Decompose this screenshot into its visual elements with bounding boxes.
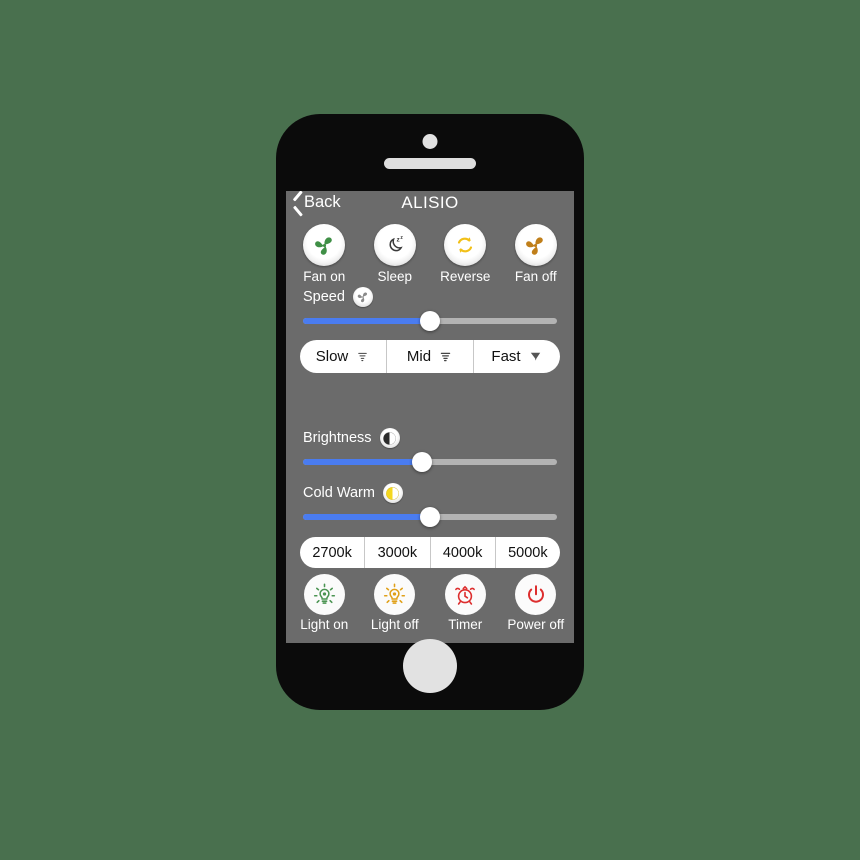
cold-warm-label: Cold Warm xyxy=(303,485,375,501)
speed-slider-thumb[interactable] xyxy=(420,311,440,331)
fan-control-row: Fan on z z Sleep Reverse Fan off xyxy=(286,222,574,284)
sleep-button-label: Sleep xyxy=(377,269,413,284)
speed-option-fast[interactable]: Fast xyxy=(474,340,560,373)
timer-button-label: Timer xyxy=(448,617,483,632)
power-off-button-circle xyxy=(515,574,557,615)
light-on-button-label: Light on xyxy=(300,617,349,632)
alarm-clock-icon xyxy=(455,585,476,605)
half-circle-icon xyxy=(383,431,396,445)
fan-on-button-circle xyxy=(303,224,346,266)
speed-slider[interactable] xyxy=(303,311,557,331)
timer-button[interactable]: Timer xyxy=(431,574,499,632)
light-control-row: Light on Light off Timer Power off xyxy=(286,568,574,632)
power-off-button[interactable]: Power off xyxy=(502,574,570,632)
bulb-off-icon xyxy=(384,583,406,604)
tornado-large-icon xyxy=(530,352,540,361)
speed-label-row: Speed xyxy=(303,284,557,310)
fan-off-button-label: Fan off xyxy=(514,269,557,284)
color-temp-option-4000k[interactable]: 4000k xyxy=(431,537,496,568)
power-off-button-label: Power off xyxy=(507,617,565,632)
phone-device: Back ALISIO Fan on z z Sleep Reverse Fan… xyxy=(276,114,584,710)
sleep-button[interactable]: z z Sleep xyxy=(361,224,429,284)
cold-warm-label-row: Cold Warm xyxy=(303,480,557,506)
fan-icon xyxy=(314,236,332,255)
moon-sleep-icon: z z xyxy=(389,235,403,252)
light-on-button-circle xyxy=(303,574,345,615)
speed-options-wrap: Slow Mid Fast xyxy=(286,340,574,373)
speed-option-mid[interactable]: Mid xyxy=(387,340,474,373)
speed-option-fast-label: Fast xyxy=(491,348,521,365)
brightness-section: Brightness xyxy=(286,425,574,472)
front-camera-icon xyxy=(422,134,438,149)
fan-on-button-label: Fan on xyxy=(303,269,346,284)
reverse-button-circle xyxy=(444,224,487,266)
light-off-button-label: Light off xyxy=(370,617,419,632)
color-temperature-segmented-control: 2700k 3000k 4000k 5000k xyxy=(300,537,560,568)
speed-section: Speed xyxy=(286,284,574,331)
earpiece-speaker-icon xyxy=(384,158,476,169)
tornado-medium-icon xyxy=(440,352,451,362)
light-off-button[interactable]: Light off xyxy=(361,574,429,632)
bulb-on-icon xyxy=(313,583,335,604)
timer-button-circle xyxy=(444,574,486,615)
fan-off-button-circle xyxy=(514,224,557,266)
reverse-loop-icon xyxy=(458,237,473,253)
cold-warm-slider-fill xyxy=(303,514,430,520)
light-on-button[interactable]: Light on xyxy=(290,574,358,632)
fan-icon xyxy=(526,236,544,255)
fan-icon xyxy=(357,292,368,303)
phone-screen: Back ALISIO Fan on z z Sleep Reverse Fan… xyxy=(286,191,574,643)
speed-slider-fill xyxy=(303,318,430,324)
power-icon xyxy=(527,584,544,603)
fan-on-button[interactable]: Fan on xyxy=(290,224,358,284)
speed-option-slow-label: Slow xyxy=(315,348,349,365)
home-button[interactable] xyxy=(403,639,457,693)
page-title: ALISIO xyxy=(401,193,459,212)
navigation-bar: Back ALISIO xyxy=(286,191,574,222)
light-off-button-circle xyxy=(374,574,416,615)
reverse-button[interactable]: Reverse xyxy=(431,224,499,284)
brightness-slider-fill xyxy=(303,459,423,465)
cold-warm-slider[interactable] xyxy=(303,507,557,527)
cold-warm-icon-badge xyxy=(382,483,403,503)
fan-off-button[interactable]: Fan off xyxy=(502,224,570,284)
speed-label: Speed xyxy=(303,289,345,305)
color-temp-option-2700k[interactable]: 2700k xyxy=(300,537,366,568)
brightness-slider-thumb[interactable] xyxy=(412,452,433,472)
color-temperature-wrap: 2700k 3000k 4000k 5000k xyxy=(286,537,574,568)
color-temp-option-5000k[interactable]: 5000k xyxy=(496,537,560,568)
reverse-button-label: Reverse xyxy=(440,269,491,284)
brightness-icon-badge xyxy=(379,428,400,448)
tornado-small-icon xyxy=(358,352,368,362)
sleep-button-circle: z z xyxy=(373,224,416,266)
brightness-label-row: Brightness xyxy=(303,425,557,451)
color-temp-option-3000k[interactable]: 3000k xyxy=(365,537,431,568)
speed-segmented-control: Slow Mid Fast xyxy=(300,340,560,373)
half-circle-warm-icon xyxy=(386,486,400,500)
cold-warm-section: Cold Warm xyxy=(286,480,574,527)
cold-warm-slider-thumb[interactable] xyxy=(420,507,440,527)
brightness-slider[interactable] xyxy=(303,452,557,472)
speed-fan-icon-badge xyxy=(352,287,373,307)
svg-text:z: z xyxy=(400,235,403,241)
brightness-label: Brightness xyxy=(303,430,372,446)
speed-option-mid-label: Mid xyxy=(406,348,432,365)
speed-option-slow[interactable]: Slow xyxy=(300,340,387,373)
